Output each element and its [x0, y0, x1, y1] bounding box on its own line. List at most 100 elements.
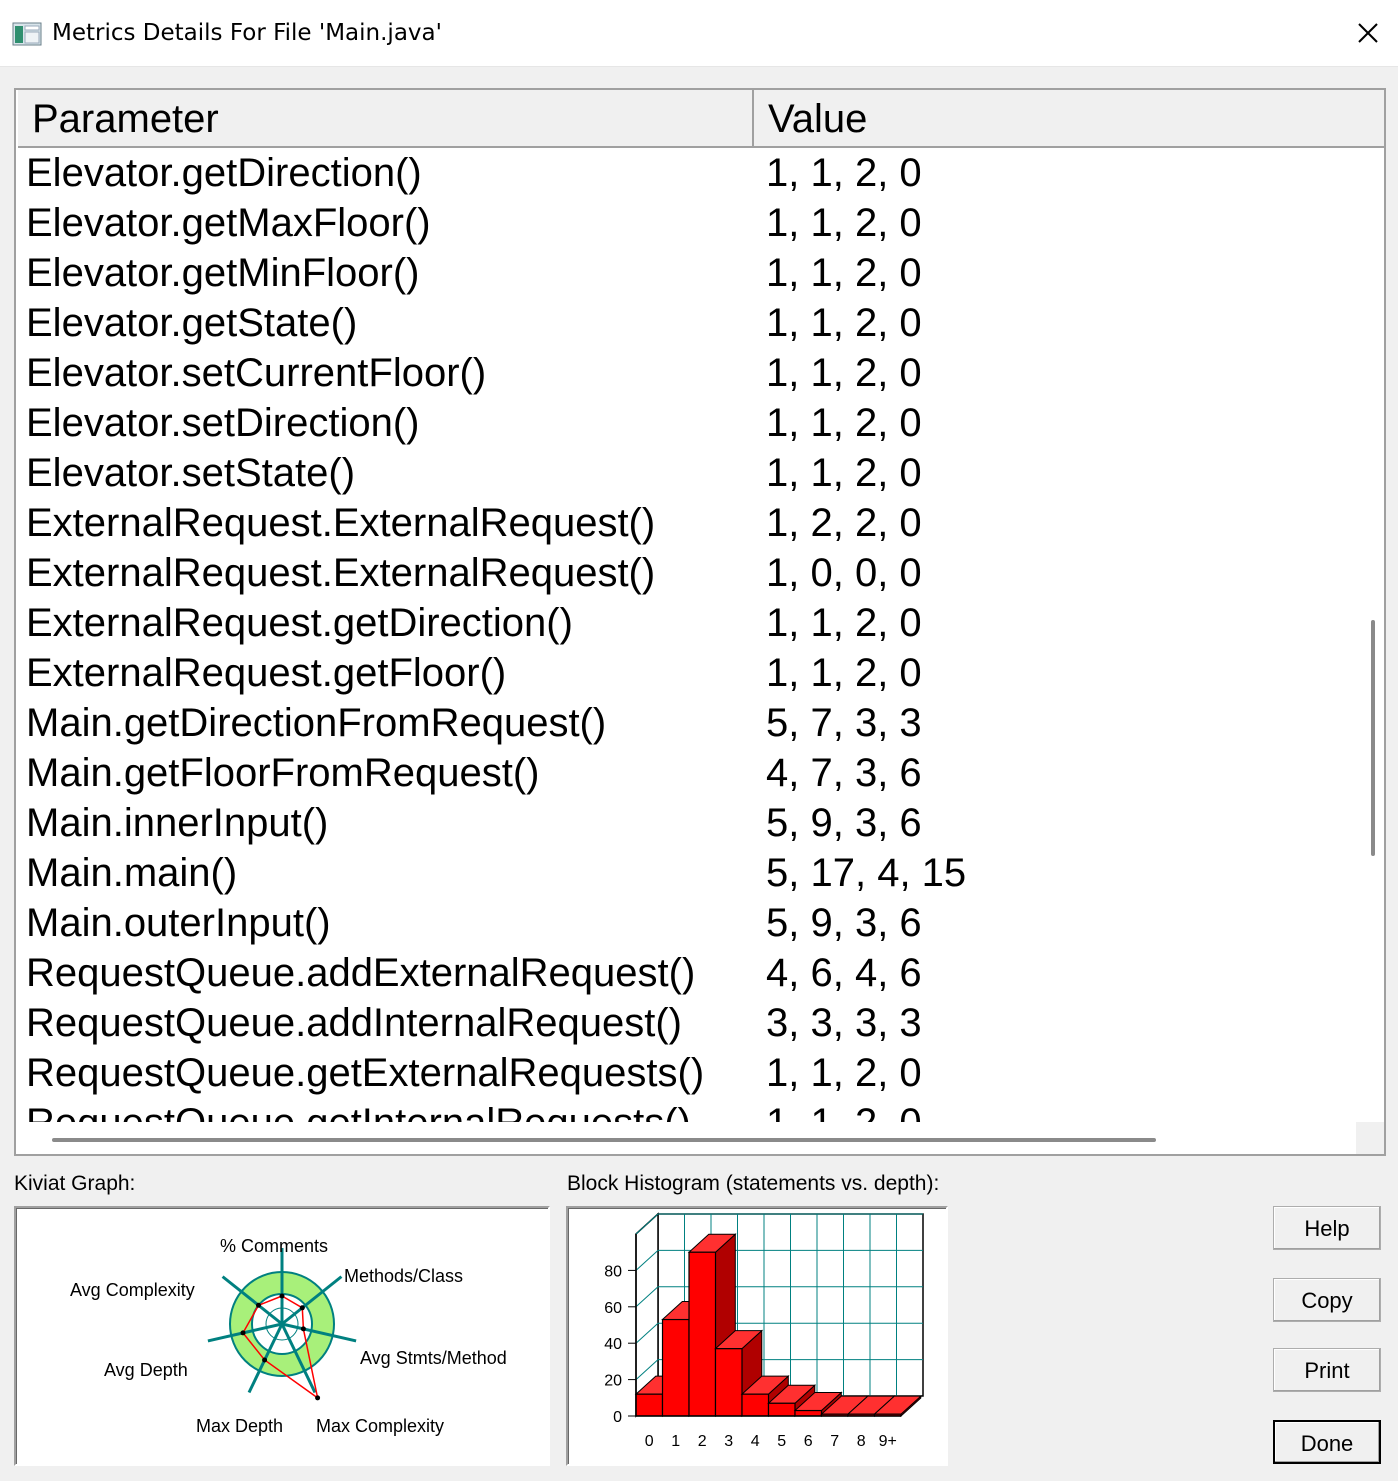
app-icon — [12, 22, 42, 46]
histogram-x-tick-label: 6 — [804, 1433, 813, 1450]
help-button[interactable]: Help — [1273, 1206, 1381, 1250]
close-icon — [1358, 23, 1378, 43]
kiviat-value-point — [279, 1293, 285, 1299]
table-row[interactable]: Elevator.getMinFloor() 1, 1, 2, 0 — [16, 248, 1356, 298]
kiviat-value-point — [300, 1326, 306, 1332]
parameter-cell: Main.main() — [26, 851, 238, 895]
column-header-filler — [1356, 90, 1384, 148]
value-cell: 1, 1, 2, 0 — [766, 301, 922, 345]
table-row[interactable]: Elevator.getMaxFloor() 1, 1, 2, 0 — [16, 198, 1356, 248]
histogram-x-tick-label: 0 — [645, 1433, 654, 1450]
kiviat-axis-label: Avg Depth — [104, 1360, 188, 1380]
histogram-label: Block Histogram (statements vs. depth): — [567, 1172, 940, 1195]
parameter-cell: RequestQueue.addExternalRequest() — [26, 951, 696, 995]
copy-button[interactable]: Copy — [1273, 1278, 1381, 1322]
parameter-cell: Elevator.setDirection() — [26, 401, 420, 445]
kiviat-graph-panel: % Comments Methods/Class Avg Stmts/Method M… — [14, 1206, 550, 1466]
histogram-y-tick-label: 40 — [604, 1336, 622, 1353]
value-cell: 1, 2, 2, 0 — [766, 501, 922, 545]
print-button[interactable]: Print — [1273, 1348, 1381, 1392]
parameter-cell: ExternalRequest.ExternalRequest() — [26, 501, 656, 545]
parameter-cell: Elevator.setCurrentFloor() — [26, 351, 487, 395]
histogram-x-tick-label: 9+ — [879, 1433, 897, 1450]
metrics-list[interactable]: Parameter Value Elevator.getDirection() 1… — [14, 88, 1386, 1156]
kiviat-value-point — [240, 1330, 246, 1336]
value-cell: 1, 1, 2, 0 — [766, 601, 922, 645]
table-row[interactable]: Main.getDirectionFromRequest() 5, 7, 3, 3 — [16, 698, 1356, 748]
table-row[interactable]: RequestQueue.addInternalRequest() 3, 3, 3… — [16, 998, 1356, 1048]
title-bar: Metrics Details For File 'Main.java' — [0, 0, 1398, 67]
value-cell: 1, 1, 2, 0 — [766, 651, 922, 695]
parameter-cell: Elevator.getMaxFloor() — [26, 201, 431, 245]
histogram-bar — [714, 1348, 743, 1417]
histogram-x-tick-label: 8 — [857, 1433, 866, 1450]
value-cell: 5, 9, 3, 6 — [766, 901, 922, 945]
table-row[interactable]: Elevator.getState() 1, 1, 2, 0 — [16, 298, 1356, 348]
value-cell: 1, 1, 2, 0 — [766, 151, 922, 195]
done-button[interactable]: Done — [1273, 1420, 1381, 1464]
table-row[interactable]: RequestQueue.getInternalRequests() 1, 1, … — [16, 1098, 1356, 1122]
parameter-cell: Main.innerInput() — [26, 801, 329, 845]
value-cell: 1, 1, 2, 0 — [766, 351, 922, 395]
horizontal-scrollbar-thumb[interactable] — [52, 1138, 1156, 1142]
parameter-cell: Elevator.getDirection() — [26, 151, 422, 195]
window-title: Metrics Details For File 'Main.java' — [52, 20, 442, 46]
histogram-y-tick-label: 0 — [613, 1409, 622, 1426]
table-row[interactable]: Main.getFloorFromRequest() 4, 7, 3, 6 — [16, 748, 1356, 798]
table-row[interactable]: ExternalRequest.getFloor() 1, 1, 2, 0 — [16, 648, 1356, 698]
value-cell: 3, 3, 3, 3 — [766, 1001, 922, 1045]
table-row[interactable]: ExternalRequest.ExternalRequest() 1, 2, 2… — [16, 498, 1356, 548]
table-row[interactable]: Elevator.getDirection() 1, 1, 2, 0 — [16, 148, 1356, 198]
kiviat-value-point — [315, 1395, 321, 1401]
value-cell: 5, 17, 4, 15 — [766, 851, 967, 895]
histogram-bar — [661, 1318, 690, 1417]
kiviat-graph-label: Kiviat Graph: — [14, 1172, 136, 1195]
value-cell: 1, 0, 0, 0 — [766, 551, 922, 595]
histogram-bar — [635, 1393, 664, 1417]
kiviat-value-point — [299, 1305, 305, 1311]
parameter-cell: RequestQueue.getInternalRequests() — [26, 1098, 691, 1122]
parameter-cell: RequestQueue.getExternalRequests() — [26, 1051, 705, 1095]
histogram-y-tick-label: 80 — [604, 1263, 622, 1280]
kiviat-axis-label: Max Complexity — [316, 1416, 444, 1436]
value-cell: 1, 1, 2, 0 — [766, 251, 922, 295]
histogram-bar — [794, 1409, 823, 1417]
scrollbar-corner — [1356, 1122, 1384, 1154]
table-row[interactable]: Elevator.setDirection() 1, 1, 2, 0 — [16, 398, 1356, 448]
table-row[interactable]: Main.innerInput() 5, 9, 3, 6 — [16, 798, 1356, 848]
table-row[interactable]: ExternalRequest.ExternalRequest() 1, 0, 0… — [16, 548, 1356, 598]
histogram-bar — [741, 1393, 770, 1417]
table-row[interactable]: Main.outerInput() 5, 9, 3, 6 — [16, 898, 1356, 948]
kiviat-axis-label: Methods/Class — [344, 1266, 463, 1286]
table-row[interactable]: Main.main() 5, 17, 4, 15 — [16, 848, 1356, 898]
vertical-scrollbar-thumb[interactable] — [1371, 620, 1375, 856]
value-cell: 1, 1, 2, 0 — [766, 1098, 922, 1122]
value-cell: 4, 7, 3, 6 — [766, 751, 922, 795]
column-header-parameter[interactable]: Parameter — [18, 90, 754, 148]
histogram-x-tick-label: 2 — [698, 1433, 707, 1450]
parameter-cell: Elevator.setState() — [26, 451, 356, 495]
parameter-cell: ExternalRequest.getDirection() — [26, 601, 573, 645]
histogram-x-tick-label: 4 — [751, 1433, 760, 1450]
parameter-cell: Elevator.getState() — [26, 301, 358, 345]
table-row[interactable]: Elevator.setState() 1, 1, 2, 0 — [16, 448, 1356, 498]
parameter-cell: RequestQueue.addInternalRequest() — [26, 1001, 682, 1045]
value-cell: 1, 1, 2, 0 — [766, 401, 922, 445]
block-histogram: 0204060800 1 2 3 4 5 6 7 8 9+ — [604, 1212, 924, 1450]
table-row[interactable]: RequestQueue.getExternalRequests() 1, 1, … — [16, 1048, 1356, 1098]
value-cell: 4, 6, 4, 6 — [766, 951, 922, 995]
value-cell: 1, 1, 2, 0 — [766, 1051, 922, 1095]
value-cell: 5, 7, 3, 3 — [766, 701, 922, 745]
column-header-value[interactable]: Value — [754, 90, 1356, 148]
parameter-cell: Main.getFloorFromRequest() — [26, 751, 540, 795]
table-row[interactable]: Elevator.setCurrentFloor() 1, 1, 2, 0 — [16, 348, 1356, 398]
histogram-y-tick-label: 60 — [604, 1300, 622, 1317]
metrics-rows: Elevator.getDirection() 1, 1, 2, 0 Elevato… — [16, 148, 1356, 1122]
table-row[interactable]: RequestQueue.addExternalRequest() 4, 6, 4… — [16, 948, 1356, 998]
value-cell: 5, 9, 3, 6 — [766, 801, 922, 845]
value-cell: 1, 1, 2, 0 — [766, 201, 922, 245]
table-row[interactable]: ExternalRequest.getDirection() 1, 1, 2, 0 — [16, 598, 1356, 648]
parameter-cell: ExternalRequest.getFloor() — [26, 651, 507, 695]
histogram-x-tick-label: 1 — [671, 1433, 680, 1450]
close-button[interactable] — [1346, 12, 1390, 54]
